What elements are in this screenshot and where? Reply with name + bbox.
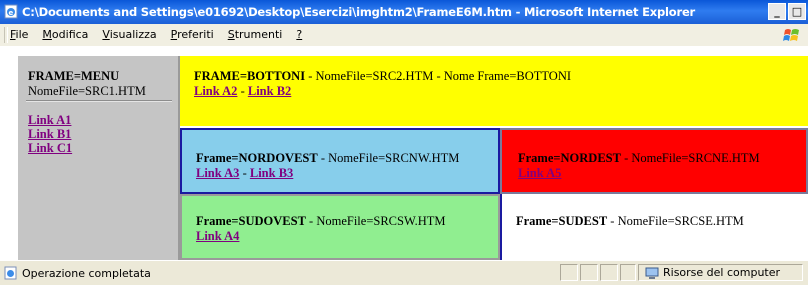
frame-title: Frame=NORDOVEST [196, 151, 318, 165]
window-title: C:\Documents and Settings\e01692\Desktop… [22, 5, 696, 19]
frame-info: - NomeFile=SRCNW.HTM [317, 151, 460, 165]
frame-info: - NomeFile=SRCNE.HTM [620, 151, 760, 165]
toolbar-grip[interactable] [4, 27, 8, 43]
status-bar: Operazione completata Risorse del comput… [0, 260, 808, 285]
link-c1[interactable]: Link C1 [28, 141, 72, 155]
browser-content: FRAME=MENU NomeFile=SRC1.HTM Link A1 Lin… [0, 46, 808, 260]
status-page-icon [4, 266, 17, 280]
menu-visualizza[interactable]: Visualizza [102, 28, 156, 41]
frame-title: Frame=SUDEST [516, 214, 608, 228]
link-b1[interactable]: Link B1 [28, 127, 71, 141]
link-a2[interactable]: Link A2 [194, 84, 237, 98]
frame-sudest: Frame=SUDEST - NomeFile=SRCSE.HTM [500, 194, 808, 260]
windows-logo-icon [783, 29, 799, 41]
ie-page-icon: e [4, 4, 18, 19]
status-pane [620, 264, 636, 281]
frame-title: FRAME=BOTTONI [194, 69, 306, 83]
security-zone[interactable]: Risorse del computer [638, 264, 803, 281]
status-pane [600, 264, 618, 281]
frame-sudovest: Frame=SUDOVEST - NomeFile=SRCSW.HTM Link… [180, 194, 500, 260]
title-bar: e C:\Documents and Settings\e01692\Deskt… [0, 0, 808, 24]
menu-strumenti[interactable]: Strumenti [228, 28, 283, 41]
frame-title: Frame=NORDEST [518, 151, 621, 165]
link-b2[interactable]: Link B2 [248, 84, 291, 98]
frame-info: - NomeFile=SRC2.HTM - Nome Frame=BOTTONI [305, 69, 572, 83]
frame-nordest: Frame=NORDEST - NomeFile=SRCNE.HTM Link … [500, 128, 808, 194]
link-separator: - [237, 84, 248, 98]
link-a4[interactable]: Link A4 [196, 229, 239, 243]
divider [26, 100, 172, 102]
frame-bottoni: FRAME=BOTTONI - NomeFile=SRC2.HTM - Nome… [180, 56, 808, 126]
menu-modifica[interactable]: Modifica [42, 28, 88, 41]
link-separator: - [239, 166, 250, 180]
zone-label: Risorse del computer [663, 266, 781, 279]
menu-preferiti[interactable]: Preferiti [171, 28, 214, 41]
status-pane [580, 264, 598, 281]
link-a1[interactable]: Link A1 [28, 113, 71, 127]
frame-title: Frame=SUDOVEST [196, 214, 306, 228]
menu-file[interactable]: File [10, 28, 28, 41]
frame-info: - NomeFile=SRCSW.HTM [305, 214, 446, 228]
link-b3[interactable]: Link B3 [250, 166, 293, 180]
link-a5[interactable]: Link A5 [518, 166, 561, 180]
frame-info: - NomeFile=SRCSE.HTM [607, 214, 744, 228]
frame-menu: FRAME=MENU NomeFile=SRC1.HTM Link A1 Lin… [18, 56, 180, 260]
menu-bar: File Modifica Visualizza Preferiti Strum… [0, 24, 808, 47]
frame-title: FRAME=MENU [28, 69, 120, 83]
restore-button[interactable]: □ [788, 3, 806, 20]
menu-help[interactable]: ? [296, 28, 302, 41]
link-a3[interactable]: Link A3 [196, 166, 239, 180]
frame-file: NomeFile=SRC1.HTM [28, 84, 146, 98]
status-text: Operazione completata [22, 267, 151, 280]
minimize-button[interactable]: _ [768, 3, 786, 20]
frame-nordovest: Frame=NORDOVEST - NomeFile=SRCNW.HTM Lin… [180, 128, 500, 194]
computer-icon [645, 267, 659, 279]
status-pane [560, 264, 578, 281]
svg-text:e: e [9, 9, 14, 17]
